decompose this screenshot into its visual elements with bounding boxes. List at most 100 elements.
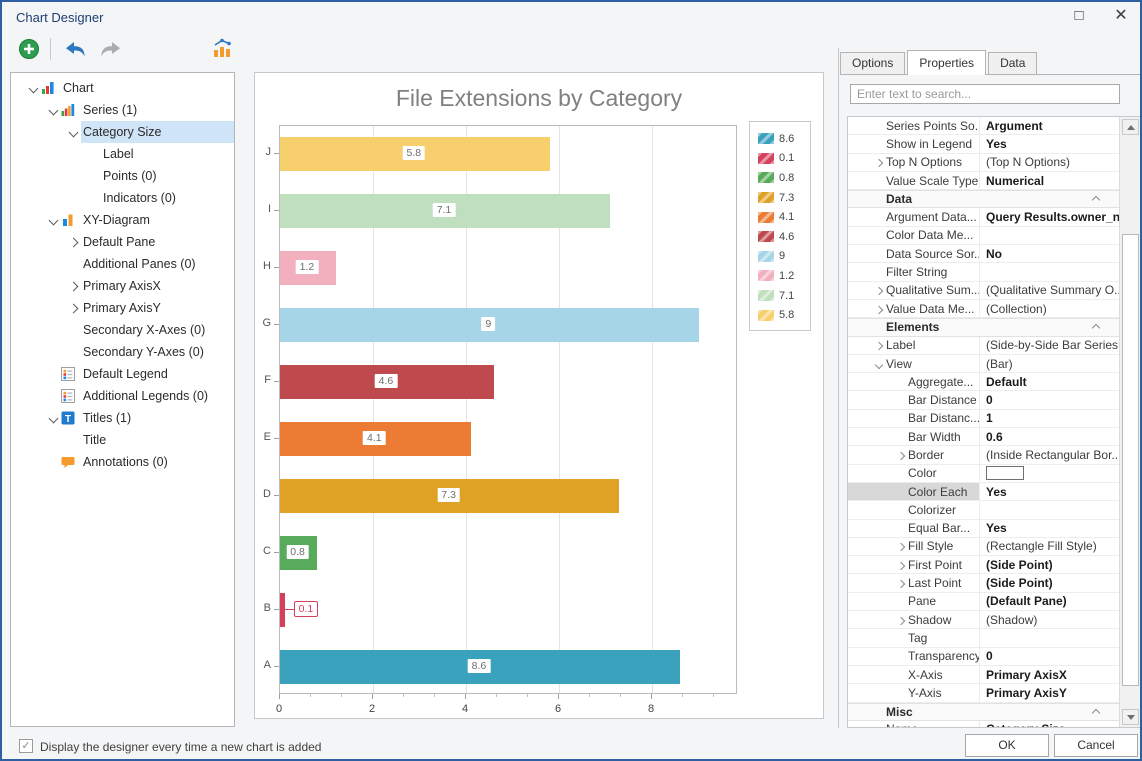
scroll-up-icon[interactable]	[1122, 119, 1139, 135]
property-value[interactable]	[980, 501, 1119, 518]
property-row-aggregate[interactable]: Aggregate...Default	[848, 373, 1119, 391]
bar-value-label[interactable]: 7.1	[432, 202, 457, 218]
property-value[interactable]: Category Size	[980, 721, 1119, 727]
bar-value-label[interactable]: 5.8	[402, 145, 427, 161]
chart-title[interactable]: File Extensions by Category	[255, 85, 823, 112]
tree-item-primary-axisx[interactable]: Primary AxisX	[11, 275, 234, 297]
search-input[interactable]	[850, 84, 1120, 104]
property-grid-scrollbar[interactable]	[1119, 117, 1141, 727]
property-value[interactable]	[980, 629, 1119, 646]
chevron-right-icon[interactable]	[871, 302, 886, 316]
bar-value-label[interactable]: 4.1	[362, 430, 387, 446]
tree-item-category-size[interactable]: Category Size	[11, 121, 234, 143]
collapse-chevron-icon[interactable]	[1088, 705, 1103, 719]
legend-entry-0-1[interactable]: 0.1	[758, 149, 810, 169]
property-row-name[interactable]: NameCategory Size	[848, 721, 1119, 727]
property-name-cell[interactable]: Value Scale Type	[848, 172, 980, 189]
property-value[interactable]: 1	[980, 410, 1119, 427]
property-row-color-data-me[interactable]: Color Data Me...	[848, 227, 1119, 245]
chevron-right-icon[interactable]	[871, 155, 886, 169]
category-row-data[interactable]: Data	[848, 190, 1119, 208]
property-value[interactable]: (Default Pane)	[980, 593, 1119, 610]
property-row-transparency[interactable]: Transparency0	[848, 648, 1119, 666]
property-name-cell[interactable]: Filter String	[848, 263, 980, 280]
chevron-down-icon[interactable]	[45, 213, 61, 227]
chevron-right-icon[interactable]	[65, 279, 81, 293]
property-value[interactable]: Primary AxisY	[980, 684, 1119, 701]
property-name-cell[interactable]: Bar Distanc...	[848, 410, 980, 427]
legend-entry-4-6[interactable]: 4.6	[758, 227, 810, 247]
tree-item-titles-1[interactable]: TTitles (1)	[11, 407, 234, 429]
property-value[interactable]: Numerical	[980, 172, 1119, 189]
property-row-color[interactable]: Color	[848, 465, 1119, 483]
property-name-cell[interactable]: Pane	[848, 593, 980, 610]
property-row-last-point[interactable]: Last Point(Side Point)	[848, 574, 1119, 592]
scrollbar-thumb[interactable]	[1122, 234, 1139, 686]
chevron-down-icon[interactable]	[45, 103, 61, 117]
property-row-shadow[interactable]: Shadow(Shadow)	[848, 611, 1119, 629]
close-button[interactable]: ✕	[1106, 4, 1136, 28]
chevron-down-icon[interactable]	[65, 125, 81, 139]
property-value[interactable]: (Qualitative Summary O...	[980, 282, 1119, 299]
undo-icon[interactable]	[64, 41, 88, 65]
property-row-border[interactable]: Border(Inside Rectangular Bor...	[848, 446, 1119, 464]
property-value[interactable]: (Collection)	[980, 300, 1119, 317]
add-chart-element-icon[interactable]	[18, 38, 42, 62]
property-value[interactable]: Yes	[980, 520, 1119, 537]
property-value[interactable]	[980, 465, 1119, 482]
property-value[interactable]: 0	[980, 648, 1119, 665]
bar-B[interactable]	[280, 593, 285, 627]
tree-item-indicators-0[interactable]: Indicators (0)	[11, 187, 234, 209]
property-row-colorizer[interactable]: Colorizer	[848, 501, 1119, 519]
chevron-right-icon[interactable]	[893, 539, 908, 553]
property-value[interactable]: Default	[980, 373, 1119, 390]
chevron-down-icon[interactable]	[871, 357, 886, 371]
chevron-right-icon[interactable]	[893, 576, 908, 590]
chevron-right-icon[interactable]	[893, 448, 908, 462]
property-value[interactable]: (Side Point)	[980, 574, 1119, 591]
property-name-cell[interactable]: First Point	[848, 556, 980, 573]
property-name-cell[interactable]: Data Source Sor...	[848, 245, 980, 262]
property-row-value-scale-type[interactable]: Value Scale TypeNumerical	[848, 172, 1119, 190]
property-row-pane[interactable]: Pane(Default Pane)	[848, 593, 1119, 611]
chevron-right-icon[interactable]	[893, 558, 908, 572]
property-name-cell[interactable]: Transparency	[848, 648, 980, 665]
property-name-cell[interactable]: Top N Options	[848, 154, 980, 171]
property-value[interactable]: Yes	[980, 483, 1119, 500]
property-value[interactable]: (Side-by-Side Bar Series...	[980, 337, 1119, 354]
property-name-cell[interactable]: Qualitative Sum...	[848, 282, 980, 299]
property-row-bar-distance[interactable]: Bar Distance0	[848, 391, 1119, 409]
property-row-bar-width[interactable]: Bar Width0.6	[848, 428, 1119, 446]
property-name-cell[interactable]: Show in Legend	[848, 135, 980, 152]
property-name-cell[interactable]: Shadow	[848, 611, 980, 628]
bar-value-label[interactable]: 0.1	[294, 601, 319, 617]
tree-item-secondary-x-axes-0[interactable]: Secondary X-Axes (0)	[11, 319, 234, 341]
property-name-cell[interactable]: Series Points So...	[848, 117, 980, 134]
property-row-argument-data[interactable]: Argument Data...Query Results.owner_n...	[848, 208, 1119, 226]
tree-item-default-pane[interactable]: Default Pane	[11, 231, 234, 253]
tree-item-additional-legends-0[interactable]: Additional Legends (0)	[11, 385, 234, 407]
tree-item-label[interactable]: Label	[11, 143, 234, 165]
tree-item-secondary-y-axes-0[interactable]: Secondary Y-Axes (0)	[11, 341, 234, 363]
property-value[interactable]: Argument	[980, 117, 1119, 134]
panel-splitter[interactable]	[838, 48, 839, 728]
display-designer-checkbox[interactable]: ✓	[19, 739, 33, 753]
property-value[interactable]	[980, 227, 1119, 244]
ok-button[interactable]: OK	[965, 734, 1049, 757]
tree-item-additional-panes-0[interactable]: Additional Panes (0)	[11, 253, 234, 275]
property-row-data-source-sor[interactable]: Data Source Sor...No	[848, 245, 1119, 263]
chevron-right-icon[interactable]	[893, 613, 908, 627]
property-row-bar-distanc[interactable]: Bar Distanc...1	[848, 410, 1119, 428]
tree-item-title[interactable]: Title	[11, 429, 234, 451]
property-name-cell[interactable]: Name	[848, 721, 980, 727]
property-row-top-n-options[interactable]: Top N Options(Top N Options)	[848, 154, 1119, 172]
tab-options[interactable]: Options	[840, 52, 905, 74]
collapse-chevron-icon[interactable]	[1088, 320, 1103, 334]
tree-item-chart[interactable]: Chart	[11, 77, 234, 99]
property-row-filter-string[interactable]: Filter String	[848, 263, 1119, 281]
property-value[interactable]: No	[980, 245, 1119, 262]
property-name-cell[interactable]: Fill Style	[848, 538, 980, 555]
property-row-view[interactable]: View(Bar)	[848, 355, 1119, 373]
property-row-x-axis[interactable]: X-AxisPrimary AxisX	[848, 666, 1119, 684]
property-row-series-points-so[interactable]: Series Points So...Argument	[848, 117, 1119, 135]
